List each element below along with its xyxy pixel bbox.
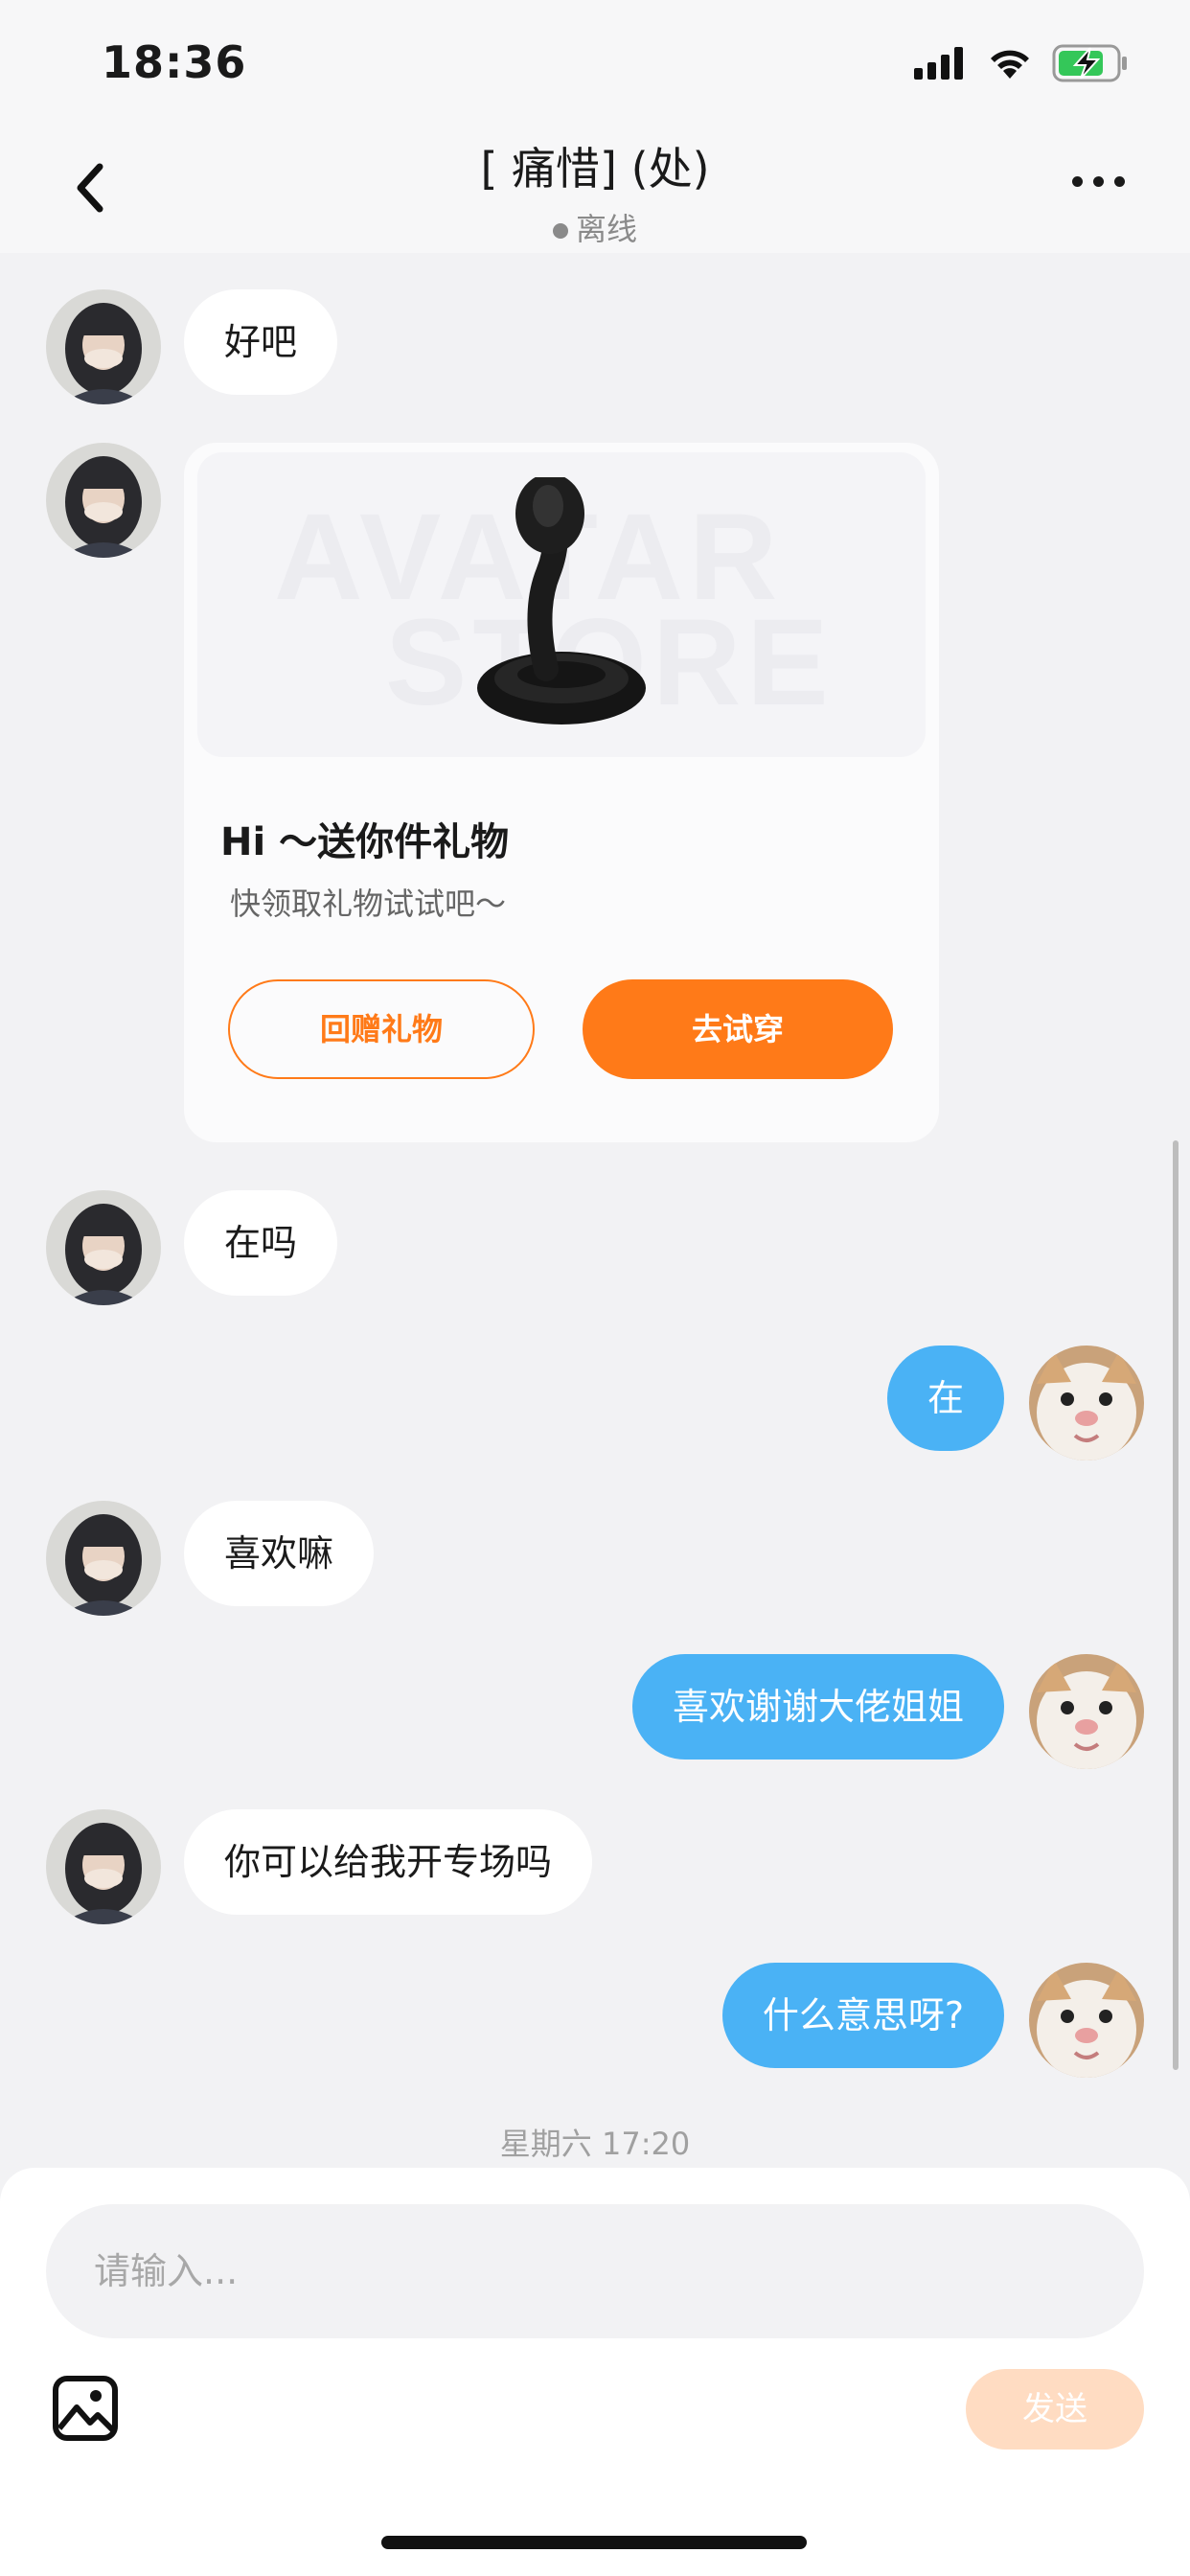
online-status: 离线 [0,205,1190,249]
message-bubble-out[interactable]: 什么意思呀? [721,1963,1004,2068]
message-bubble-out[interactable]: 在 [886,1346,1004,1451]
home-indicator[interactable] [381,2536,807,2549]
composer: 请输入... 发送 [0,2168,1190,2576]
message-bubble-in[interactable]: 好吧 [184,289,338,395]
message-input[interactable]: 请输入... [46,2204,1144,2338]
my-avatar[interactable] [1029,1963,1144,2078]
contact-avatar[interactable] [46,289,161,404]
scrollbar[interactable] [1173,1140,1179,2070]
chat-title: [ 痛惜] (处) [480,143,710,195]
status-dot [552,223,568,239]
message-timestamp: 星期六 17:20 [499,2126,691,2162]
message-bubble-in[interactable]: 喜欢嘛 [184,1501,375,1606]
gift-image: AVATAR STORE [197,452,926,757]
status-text: 离线 [575,211,637,247]
try-on-button[interactable]: 去试穿 [583,979,893,1079]
signal-icon [914,47,963,80]
gift-card[interactable]: AVATAR STORE Hi ～送你件礼物 快领取礼物试试吧～ 回赠礼物 去试… [184,443,939,1142]
message-bubble-in[interactable]: 在吗 [184,1190,338,1296]
gift-title: Hi ～送你件礼物 [220,820,510,864]
message-bubble-in[interactable]: 你可以给我开专场吗 [184,1809,593,1915]
status-icons [914,44,1129,82]
top-bar: 18:36 [ 痛惜] (处) 离线 [0,0,1190,253]
send-button[interactable]: 发送 [966,2369,1144,2450]
snake-gift-icon [477,477,646,724]
contact-avatar[interactable] [46,1501,161,1616]
battery-charging-icon [1052,44,1127,82]
image-icon[interactable] [52,2375,119,2442]
contact-avatar[interactable] [46,443,161,558]
gift-subtitle: 快领取礼物试试吧～ [230,886,507,922]
chat-area[interactable]: 好吧 AVATAR STORE Hi ～送你件礼物 快领取礼物试试吧～ [0,253,1190,2168]
message-bubble-out[interactable]: 喜欢谢谢大佬姐姐 [631,1654,1004,1760]
return-gift-button[interactable]: 回赠礼物 [228,979,535,1079]
contact-avatar[interactable] [46,1809,161,1924]
more-icon[interactable] [1072,176,1125,187]
wifi-icon [991,50,1029,79]
my-avatar[interactable] [1029,1654,1144,1769]
contact-avatar[interactable] [46,1190,161,1305]
my-avatar[interactable] [1029,1346,1144,1460]
status-time: 18:36 [102,36,247,88]
